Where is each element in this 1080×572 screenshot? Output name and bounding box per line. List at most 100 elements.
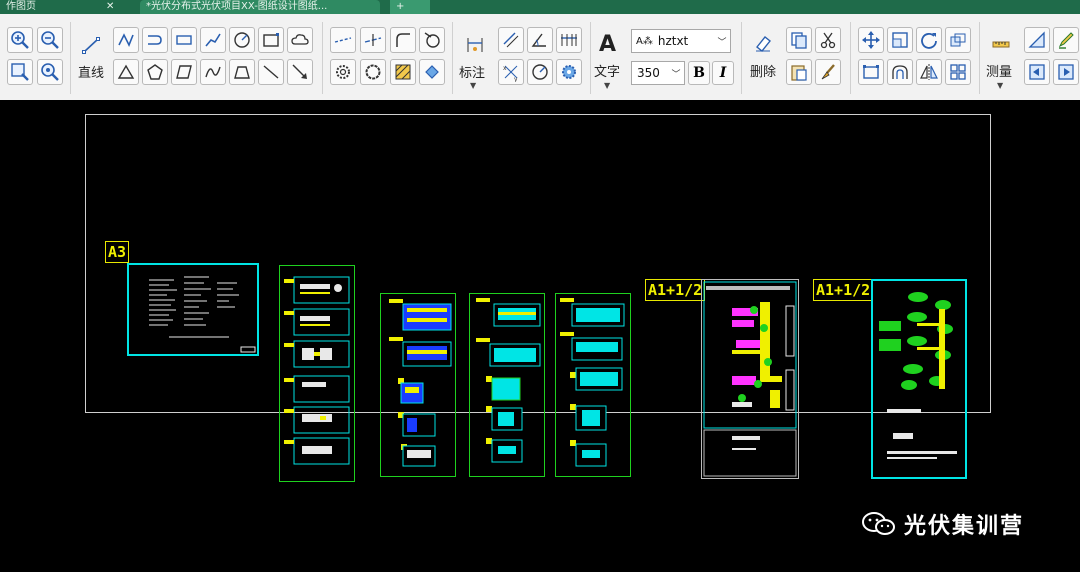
dimension-icon: [467, 38, 483, 52]
wechat-icon: [862, 512, 896, 536]
document-tabbar: 作图页 ✕ *光伏分布式光伏项目XX-图纸设计图纸... +: [0, 0, 1080, 14]
aligned-dimension-button[interactable]: [498, 27, 524, 53]
drawing-sheet[interactable]: [701, 279, 799, 479]
rectangle-button[interactable]: [258, 27, 284, 53]
scale-icon: [892, 32, 908, 48]
extend-button[interactable]: [330, 27, 356, 53]
line-label: 直线: [78, 66, 105, 81]
group-separator: [322, 22, 323, 94]
match-properties-button[interactable]: [815, 59, 841, 85]
delete-button[interactable]: [750, 30, 776, 56]
trapezoid-button[interactable]: [229, 59, 255, 85]
text-style-select[interactable]: A⁂ hztxt ﹀: [631, 29, 731, 53]
array-button[interactable]: [945, 27, 971, 53]
import-icon: [1029, 64, 1045, 80]
chevron-down-icon: ﹀: [717, 37, 727, 48]
explode-button[interactable]: [945, 59, 971, 85]
zoom-out-icon: [41, 31, 59, 49]
new-tab-button[interactable]: +: [390, 0, 430, 14]
polygon-button[interactable]: [142, 59, 168, 85]
text-dropdown-caret[interactable]: ▼: [604, 81, 610, 90]
watermark-text: 光伏集训营: [904, 514, 1025, 539]
revision-cloud-button[interactable]: [360, 59, 386, 85]
ray-button[interactable]: [258, 59, 284, 85]
tab-home-label: 作图页: [6, 1, 36, 12]
triangle-button[interactable]: [113, 59, 139, 85]
double-line-button[interactable]: [171, 27, 197, 53]
tab-home-close[interactable]: ✕: [100, 0, 122, 14]
trapezoid-icon: [234, 66, 250, 79]
drawing-sheet[interactable]: [127, 263, 259, 356]
measure-dropdown-caret[interactable]: ▼: [997, 81, 1003, 90]
cloud-button[interactable]: [287, 27, 313, 53]
zoom-window-button[interactable]: [7, 59, 33, 85]
parallelogram-button[interactable]: [171, 59, 197, 85]
angular-dimension-button[interactable]: [527, 27, 553, 53]
continuous-dimension-button[interactable]: [556, 27, 582, 53]
zoom-out-button[interactable]: [37, 27, 63, 53]
gear-button[interactable]: [330, 59, 356, 85]
dimension-button[interactable]: [462, 30, 488, 60]
tab-home[interactable]: 作图页: [0, 0, 60, 14]
drawing-sheet[interactable]: [555, 293, 631, 477]
text-style-value: hztxt: [657, 34, 689, 48]
arrow-line-button[interactable]: [287, 59, 313, 85]
fill-button[interactable]: [419, 59, 445, 85]
spline-icon: [205, 33, 221, 47]
offset-button[interactable]: [887, 59, 913, 85]
drawing-sheet[interactable]: [380, 293, 456, 477]
fillet-icon: [396, 33, 410, 47]
line-button[interactable]: [78, 30, 104, 60]
radius-icon: [532, 64, 548, 80]
polyline-button[interactable]: [113, 27, 139, 53]
tab-drawing[interactable]: *光伏分布式光伏项目XX-图纸设计图纸...: [140, 0, 380, 14]
extend-icon: [334, 37, 352, 43]
spline-button[interactable]: [200, 27, 226, 53]
cut-button[interactable]: [815, 27, 841, 53]
line-icon: [82, 37, 100, 54]
move-icon: [862, 31, 880, 49]
dimension-settings-button[interactable]: [556, 59, 582, 85]
drawing-sheet[interactable]: [279, 265, 355, 482]
curve-button[interactable]: [200, 59, 226, 85]
import-button[interactable]: [1024, 59, 1050, 85]
copy-button[interactable]: [786, 27, 812, 53]
scale-button[interactable]: [887, 27, 913, 53]
curve-icon: [205, 66, 221, 78]
rotate-button[interactable]: [916, 27, 942, 53]
export-button[interactable]: [1053, 59, 1079, 85]
zoom-realtime-button[interactable]: [37, 59, 63, 85]
drawing-sheet[interactable]: [469, 293, 545, 477]
circle-button[interactable]: [229, 27, 255, 53]
drawing-sheet[interactable]: [871, 279, 967, 479]
svg-text:x: x: [503, 65, 507, 72]
radius-dimension-button[interactable]: [527, 59, 553, 85]
zoom-window-icon: [11, 63, 29, 81]
multiline-icon: [148, 35, 162, 45]
italic-button[interactable]: I: [712, 61, 734, 85]
hatch-button[interactable]: [390, 59, 416, 85]
pencil-button[interactable]: [1053, 27, 1079, 53]
sheet-contents: [703, 281, 797, 477]
double-line-icon: [176, 35, 192, 45]
dimension-dropdown-caret[interactable]: ▼: [470, 81, 476, 90]
text-height-select[interactable]: 350 ﹀: [631, 61, 685, 85]
font-style-icon: A⁂: [636, 35, 653, 47]
chamfer-button[interactable]: [419, 27, 445, 53]
multiline-button[interactable]: [142, 27, 168, 53]
mirror-button[interactable]: [916, 59, 942, 85]
bold-button[interactable]: B: [688, 61, 710, 85]
group-separator: [979, 22, 980, 94]
group-separator: [452, 22, 453, 94]
trim-button[interactable]: [360, 27, 386, 53]
measure-button[interactable]: [988, 30, 1014, 56]
stretch-button[interactable]: [858, 59, 884, 85]
text-label: 文字: [594, 65, 621, 80]
area-button[interactable]: [1024, 27, 1050, 53]
move-button[interactable]: [858, 27, 884, 53]
paste-button[interactable]: [786, 59, 812, 85]
zoom-in-button[interactable]: [7, 27, 33, 53]
text-icon[interactable]: A: [599, 32, 616, 57]
fillet-button[interactable]: [390, 27, 416, 53]
coordinate-dimension-button[interactable]: xy: [498, 59, 524, 85]
